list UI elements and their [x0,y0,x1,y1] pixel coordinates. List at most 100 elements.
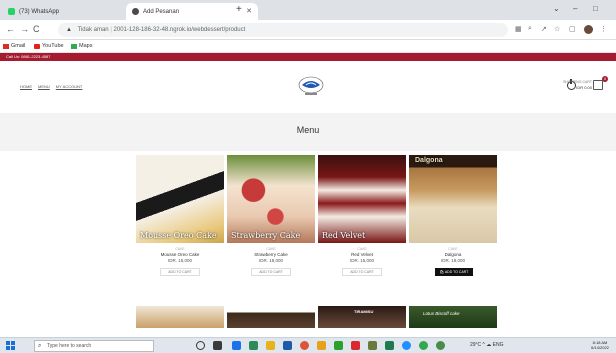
app-icon[interactable] [283,341,292,350]
cortana-icon[interactable] [196,341,205,350]
product-image[interactable]: Strawberry Cake [227,155,315,243]
cart-count-badge: 0 [602,76,608,82]
product-name[interactable]: Red Velvet [318,252,406,257]
cart-summary[interactable]: SHOPPING CART IDR 0.00 [562,80,592,90]
product-category: CAKE [175,247,185,251]
image-caption: Strawberry Cake [231,231,301,240]
site-topbar: Call Us: 0881-2223-4587 [0,53,616,61]
product-price: IDR. 18,000 [258,258,283,263]
store-icon[interactable] [249,341,258,350]
share-icon[interactable]: ↗ [541,25,547,33]
product-price: IDR. 18,000 [440,258,465,263]
product-price: IDR. 15,000 [167,258,192,263]
url-text: 2001-128-186-32-48.ngrok.io/webdessert/p… [113,27,246,33]
bookmark-youtube[interactable]: YouTube [34,43,64,49]
image-caption: Mousse Oreo Cake [140,231,217,240]
maximize-button[interactable]: □ [593,4,598,13]
product-card: Dalgona CAKE Dalgona IDR. 18,000 🛍 ADD T… [409,155,497,297]
shopping-bag-icon[interactable] [593,80,603,90]
star-icon[interactable]: ☆ [554,25,560,33]
taskbar-clock[interactable]: 8:18 AM 6/14/2022 [588,340,612,350]
taskbar-search-input[interactable]: ⌕ Type here to search [34,340,154,352]
add-to-cart-button[interactable]: 🛍 ADD TO CART [435,268,473,276]
add-to-cart-button[interactable]: ADD TO CART [160,268,200,276]
app-icon[interactable] [334,341,343,350]
system-tray[interactable]: 29°C ^ ☁ ENG [470,342,504,348]
add-to-cart-button[interactable]: ADD TO CART [342,268,382,276]
product-image[interactable]: Mousse Oreo Cake [136,155,224,243]
add-to-cart-label: ADD TO CART [444,270,469,274]
translate-icon[interactable]: ▦ [515,25,522,33]
page-title: Menu [296,125,320,135]
address-bar-row: ← → C ▲ Tidak aman | 2001-128-186-32-48.… [0,20,616,40]
new-tab-button[interactable]: + [236,4,242,15]
bookmark-label: Gmail [11,43,26,49]
product-name[interactable]: Strawberry Cake [227,252,315,257]
youtube-icon [34,43,40,49]
site-nav: HOME MENU MY ACCOUNT [20,84,82,89]
chrome-icon[interactable] [300,341,309,350]
app-icon[interactable] [385,341,394,350]
whatsapp-icon [8,8,15,15]
forward-icon[interactable]: → [20,24,29,34]
app-icon[interactable] [402,341,411,350]
nav-menu[interactable]: MENU [38,84,50,89]
tab-title: (73) WhatsApp [19,8,60,15]
bookmarks-bar: Gmail YouTube Maps [0,40,616,53]
image-caption: TIRAMISU [354,309,374,314]
product-card: Strawberry Cake CAKE Strawberry Cake IDR… [227,155,315,297]
product-name[interactable]: Mousse Oreo Cake [136,252,224,257]
tab-search-icon[interactable]: ⌄ [553,4,560,13]
add-to-cart-button[interactable]: ADD TO CART [251,268,291,276]
product-name[interactable]: Dalgona [409,252,497,257]
warning-icon: ▲ [66,27,72,33]
product-image[interactable]: Red Velvet [318,155,406,243]
product-image[interactable]: TIRAMISU [318,306,406,328]
app-icon[interactable] [436,341,445,350]
image-caption: Red Velvet [322,231,366,240]
minimize-button[interactable]: – [573,4,577,13]
app-icon[interactable] [351,341,360,350]
product-category: CAKE [448,247,458,251]
cart-total: IDR 0.00 [576,85,592,90]
app-icon[interactable] [419,341,428,350]
browser-tab-bar: (73) WhatsApp ✕ Add Pesanan ✕ + ⌄ – □ [0,0,616,20]
site-logo[interactable] [297,73,325,99]
product-image[interactable] [136,306,224,328]
page-banner: Menu [0,113,616,151]
page-icon [132,8,139,15]
file-explorer-icon[interactable] [266,341,275,350]
product-image[interactable]: Dalgona [409,155,497,243]
product-category: CAKE [266,247,276,251]
image-caption: Lotus Biscoff cake [423,311,460,316]
profile-avatar[interactable] [584,25,593,34]
product-card: Red Velvet CAKE Red Velvet IDR. 15,000 A… [318,155,406,297]
app-icon[interactable] [317,341,326,350]
app-icon[interactable] [368,341,377,350]
maps-icon [71,43,77,49]
sidebar-icon[interactable]: ▢ [569,25,576,33]
reload-icon[interactable]: C [33,24,40,34]
close-icon[interactable]: ✕ [246,7,252,15]
nav-home[interactable]: HOME [20,84,32,89]
product-grid: Mousse Oreo Cake CAKE Mousse Oreo Cake I… [0,155,616,325]
edge-icon[interactable] [232,341,241,350]
nav-my-account[interactable]: MY ACCOUNT [56,84,83,89]
product-price: IDR. 15,000 [349,258,374,263]
image-caption: Dalgona [415,157,443,164]
url-input[interactable]: ▲ Tidak aman | 2001-128-186-32-48.ngrok.… [58,23,508,37]
windows-taskbar: ⌕ Type here to search 29°C ^ ☁ ENG 8:18 … [0,337,616,353]
clock-date: 6/14/2022 [591,345,609,350]
bookmark-label: Maps [79,43,93,49]
windows-start-icon[interactable] [6,341,15,350]
zoom-icon[interactable]: ⌕ [528,25,532,33]
menu-icon[interactable]: ⋮ [600,25,607,33]
product-image[interactable]: Lotus Biscoff cake [409,306,497,328]
search-icon: ⌕ [38,343,42,349]
back-icon[interactable]: ← [6,24,15,34]
task-view-icon[interactable] [213,341,222,350]
search-placeholder: Type here to search [47,343,92,349]
product-image[interactable] [227,306,315,328]
bookmark-maps[interactable]: Maps [71,43,92,49]
bookmark-gmail[interactable]: Gmail [3,43,25,49]
